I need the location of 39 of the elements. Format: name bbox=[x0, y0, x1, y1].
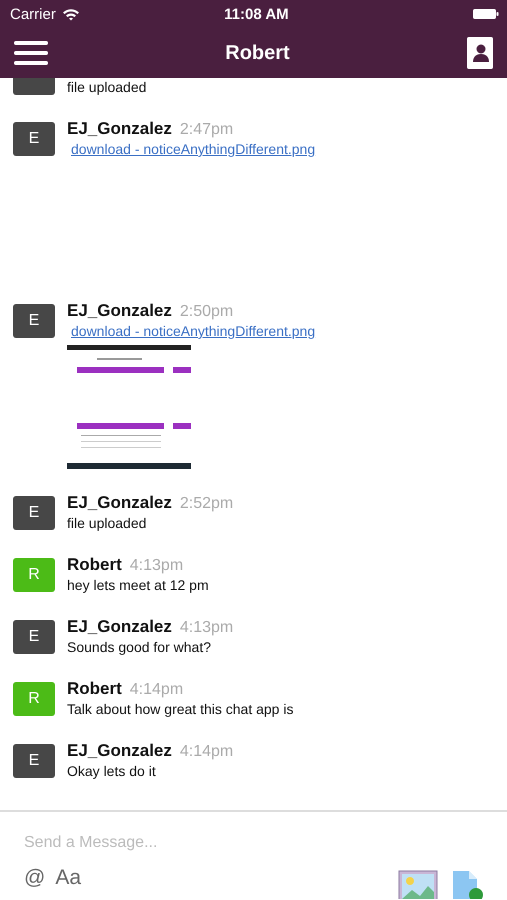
author-name: EJ_Gonzalez bbox=[67, 617, 172, 637]
message-time: 4:14pm bbox=[130, 681, 184, 699]
message-text: Okay lets do it bbox=[67, 763, 157, 779]
avatar: E bbox=[13, 304, 55, 338]
author-name: EJ_Gonzalez bbox=[67, 301, 172, 321]
file-link[interactable]: download - noticeAnythingDifferent.png bbox=[71, 141, 316, 157]
avatar: E bbox=[13, 744, 55, 778]
status-time: 11:08 AM bbox=[223, 6, 290, 22]
battery-icon bbox=[473, 8, 499, 20]
message-text: file uploaded bbox=[67, 79, 146, 95]
message-time: 4:13pm bbox=[130, 557, 184, 575]
avatar: E bbox=[13, 122, 55, 156]
avatar: R bbox=[13, 682, 55, 716]
image-icon[interactable] bbox=[397, 869, 439, 899]
message-time: 2:50pm bbox=[180, 303, 234, 321]
author-name: Robert bbox=[67, 555, 122, 575]
file-link[interactable]: download - noticeAnythingDifferent.png bbox=[71, 323, 316, 339]
avatar: R bbox=[13, 558, 55, 592]
chat-title: Robert bbox=[225, 42, 290, 64]
message-text: Talk about how great this chat app is bbox=[67, 701, 294, 717]
author-name: Robert bbox=[67, 679, 122, 699]
author-name: EJ_Gonzalez bbox=[67, 741, 172, 761]
message-text: Sounds good for what? bbox=[67, 639, 212, 655]
avatar: E bbox=[13, 620, 55, 654]
format-button[interactable]: Aa bbox=[55, 866, 82, 890]
message-text: hey lets meet at 12 pm bbox=[67, 577, 209, 593]
carrier-label: Carrier bbox=[10, 6, 56, 22]
mention-button[interactable]: @ bbox=[24, 866, 46, 890]
author-name: EJ_Gonzalez bbox=[67, 493, 172, 513]
menu-icon[interactable] bbox=[14, 40, 48, 66]
author-name: EJ_Gonzalez bbox=[67, 119, 172, 139]
message-time: 2:52pm bbox=[180, 495, 234, 513]
message-time: 2:47pm bbox=[180, 121, 234, 139]
avatar: E bbox=[13, 496, 55, 530]
contacts-icon[interactable] bbox=[466, 37, 493, 69]
message-time: 4:13pm bbox=[180, 619, 234, 637]
wifi-icon bbox=[62, 8, 80, 20]
message-text: file uploaded bbox=[67, 515, 148, 531]
message-time: 4:14pm bbox=[180, 743, 234, 761]
